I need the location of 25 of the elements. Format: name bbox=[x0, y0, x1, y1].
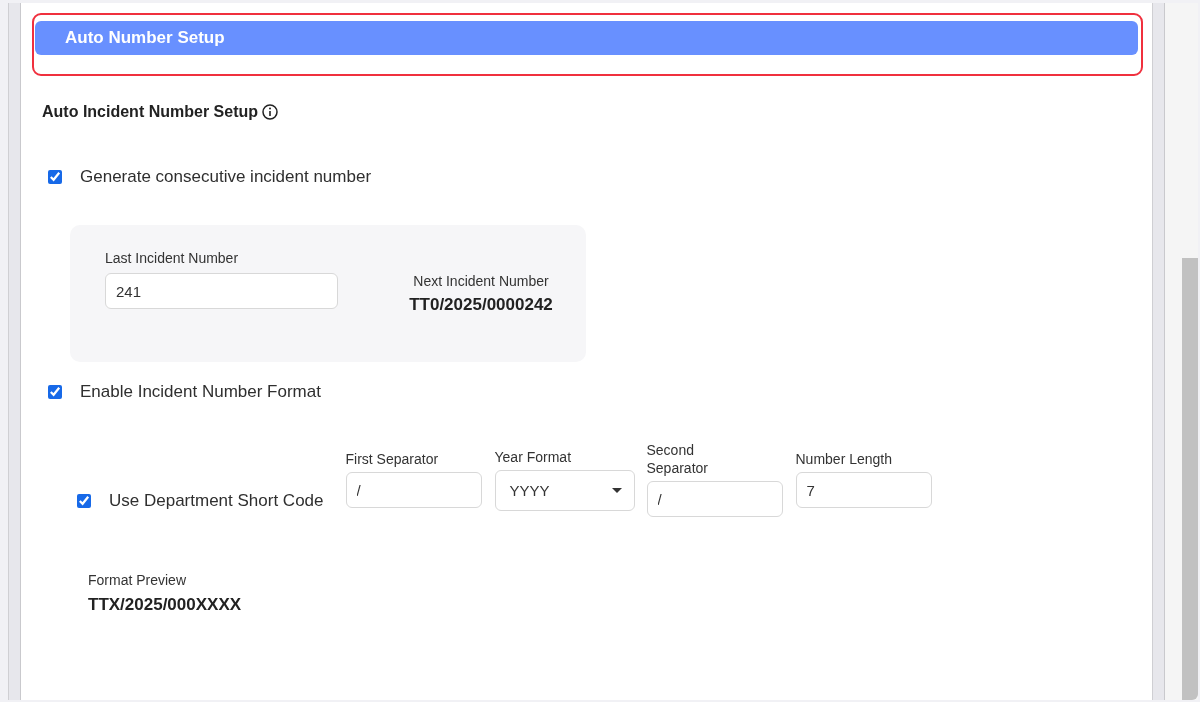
section-title: Auto Number Setup bbox=[65, 28, 225, 48]
field-label: Next Incident Number bbox=[413, 273, 549, 289]
format-preview-value: TTX/2025/000XXXX bbox=[88, 595, 242, 615]
checkbox[interactable] bbox=[77, 494, 91, 508]
input-field[interactable]: 241 bbox=[105, 273, 338, 309]
dropdown[interactable]: YYYY bbox=[494, 469, 635, 511]
next-number-value: TT0/2025/0000242 bbox=[409, 295, 553, 315]
field-label: Number Length bbox=[795, 450, 892, 468]
checkbox-label: Generate consecutive incident number bbox=[80, 167, 372, 187]
input-field[interactable]: / bbox=[345, 472, 482, 508]
caret-icon bbox=[611, 487, 622, 493]
subsection-title: Auto Incident Number Setup bbox=[42, 103, 258, 121]
field-label: First Separator bbox=[345, 450, 439, 468]
scrollbar-thumb[interactable] bbox=[1182, 258, 1198, 700]
checkbox-label: Enable Incident Number Format bbox=[80, 382, 321, 402]
field-label: Last Incident Number bbox=[105, 249, 239, 267]
checkbox[interactable] bbox=[48, 170, 62, 184]
input-field[interactable]: 7 bbox=[795, 472, 932, 508]
field-label: Format Preview bbox=[88, 571, 187, 589]
field-label: Year Format bbox=[494, 447, 571, 466]
checkbox[interactable] bbox=[48, 385, 62, 399]
input-field[interactable]: / bbox=[646, 481, 783, 517]
checkbox-label: Use Department Short Code bbox=[109, 491, 324, 511]
info-icon[interactable] bbox=[262, 104, 278, 120]
field-label: Second Separator bbox=[646, 441, 709, 477]
